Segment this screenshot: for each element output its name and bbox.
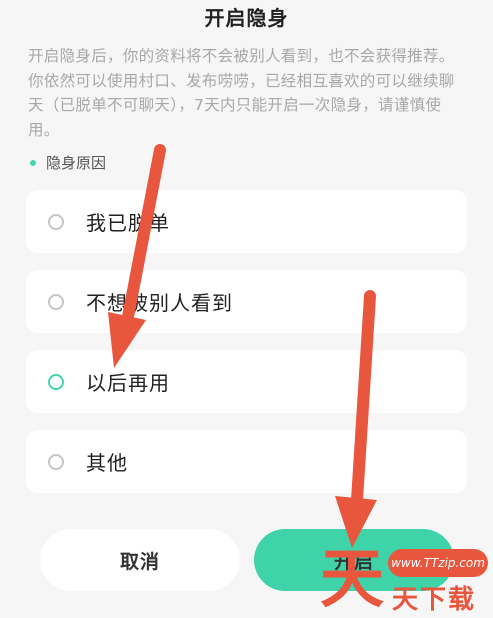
radio-icon[interactable] [48,213,64,230]
option-item[interactable]: 不想被别人看到 [26,270,467,333]
section-dot-icon [30,159,36,166]
arrow-icon [108,144,166,368]
option-label: 其他 [86,451,128,475]
watermark-site-badge: www.TTzip.com [388,549,488,577]
option-label: 以后再用 [86,371,170,395]
option-label: 不想被别人看到 [86,291,233,315]
option-label: 我已脱单 [86,211,170,235]
page-title: 开启隐身 [204,6,289,30]
option-item[interactable]: 以后再用 [26,350,467,413]
watermark-big-char: 天 [320,543,384,617]
section-header: 隐身原因 [30,152,106,173]
description-text: 开启隐身后，你的资料将不会被别人看到，也不会获得推荐。你依然可以使用村口、发布唠… [28,47,455,139]
radio-selected-icon[interactable] [48,373,64,390]
arrow-icon [335,290,377,548]
radio-icon[interactable] [48,293,64,310]
radio-icon[interactable] [48,453,64,470]
watermark-text: 天下载 [392,585,477,615]
section-label: 隐身原因 [46,154,107,172]
option-item[interactable]: 我已脱单 [26,190,467,253]
cancel-button[interactable]: 取消 [40,529,240,591]
option-item[interactable]: 其他 [26,430,467,493]
